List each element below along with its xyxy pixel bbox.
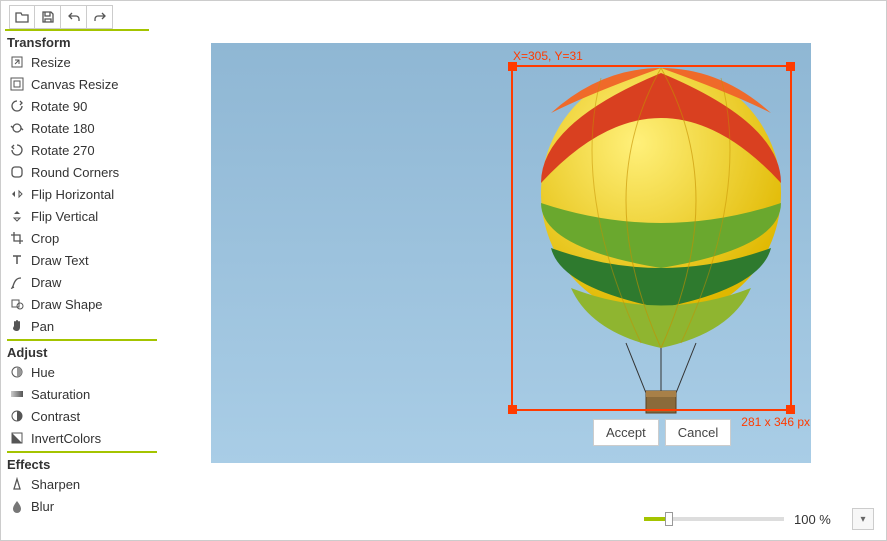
zoom-slider[interactable] [644,517,784,521]
tool-label: Pan [31,319,54,334]
tool-label: Flip Vertical [31,209,98,224]
tool-flip-vertical[interactable]: Flip Vertical [7,205,157,227]
tool-label: Draw Shape [31,297,103,312]
tool-rotate-180[interactable]: Rotate 180 [7,117,157,139]
tool-round-corners[interactable]: Round Corners [7,161,157,183]
redo-button[interactable] [87,5,113,29]
zoom-slider-thumb[interactable] [665,512,673,526]
undo-button[interactable] [61,5,87,29]
save-icon [40,9,56,25]
crop-selection[interactable]: X=305, Y=31 281 x 346 px Accept Cancel [511,65,792,411]
tool-label: Canvas Resize [31,77,118,92]
zoom-dropdown[interactable]: ▾ [852,508,874,530]
accept-button[interactable]: Accept [593,419,659,446]
crop-icon [9,230,25,246]
tool-hue[interactable]: Hue [7,361,157,383]
tool-label: Draw [31,275,61,290]
tool-contrast[interactable]: Contrast [7,405,157,427]
tool-label: InvertColors [31,431,101,446]
tool-label: Sharpen [31,477,80,492]
tool-resize[interactable]: Resize [7,51,157,73]
tool-sharpen[interactable]: Sharpen [7,473,157,495]
canvas-resize-icon [9,76,25,92]
saturation-icon [9,386,25,402]
crop-coords-label: X=305, Y=31 [513,49,583,63]
tool-flip-horizontal[interactable]: Flip Horizontal [7,183,157,205]
tool-invert-colors[interactable]: InvertColors [7,427,157,449]
tool-blur[interactable]: Blur [7,495,157,517]
flip-horizontal-icon [9,186,25,202]
tool-rotate-270[interactable]: Rotate 270 [7,139,157,161]
top-toolbar [5,1,149,31]
tool-rotate-90[interactable]: Rotate 90 [7,95,157,117]
tool-label: Saturation [31,387,90,402]
open-button[interactable] [9,5,35,29]
tool-label: Resize [31,55,71,70]
tool-label: Rotate 90 [31,99,87,114]
tool-draw[interactable]: Draw [7,271,157,293]
contrast-icon [9,408,25,424]
tool-canvas-resize[interactable]: Canvas Resize [7,73,157,95]
tool-label: Round Corners [31,165,119,180]
tool-draw-text[interactable]: Draw Text [7,249,157,271]
tool-label: Contrast [31,409,80,424]
tool-label: Draw Text [31,253,89,268]
undo-icon [66,9,82,25]
tool-pan[interactable]: Pan [7,315,157,337]
round-corners-icon [9,164,25,180]
crop-handle-tl[interactable] [508,62,517,71]
rotate-90-icon [9,98,25,114]
cancel-button[interactable]: Cancel [665,419,731,446]
draw-icon [9,274,25,290]
invert-icon [9,430,25,446]
zoom-value: 100 % [794,512,842,527]
tool-label: Flip Horizontal [31,187,114,202]
crop-handle-bl[interactable] [508,405,517,414]
tool-crop[interactable]: Crop [7,227,157,249]
flip-vertical-icon [9,208,25,224]
resize-icon [9,54,25,70]
crop-size-label: 281 x 346 px [741,415,810,429]
section-title-transform: Transform [7,33,157,51]
tool-label: Hue [31,365,55,380]
tool-label: Blur [31,499,54,514]
canvas-area: X=305, Y=31 281 x 346 px Accept Cancel 1… [161,31,886,540]
sidebar: Transform Resize Canvas Resize Rotate 90… [1,31,161,540]
tool-saturation[interactable]: Saturation [7,383,157,405]
draw-text-icon [9,252,25,268]
rotate-270-icon [9,142,25,158]
rotate-180-icon [9,120,25,136]
crop-handle-br[interactable] [786,405,795,414]
image-canvas[interactable]: X=305, Y=31 281 x 346 px Accept Cancel [211,43,811,463]
crop-handle-tr[interactable] [786,62,795,71]
zoom-bar: 100 % ▾ [644,508,874,530]
pan-icon [9,318,25,334]
section-title-adjust: Adjust [7,343,157,361]
tool-label: Crop [31,231,59,246]
redo-icon [92,9,108,25]
sharpen-icon [9,476,25,492]
tool-label: Rotate 180 [31,121,95,136]
draw-shape-icon [9,296,25,312]
section-title-effects: Effects [7,455,157,473]
blur-icon [9,498,25,514]
tool-label: Rotate 270 [31,143,95,158]
save-button[interactable] [35,5,61,29]
tool-draw-shape[interactable]: Draw Shape [7,293,157,315]
open-icon [14,9,30,25]
hue-icon [9,364,25,380]
